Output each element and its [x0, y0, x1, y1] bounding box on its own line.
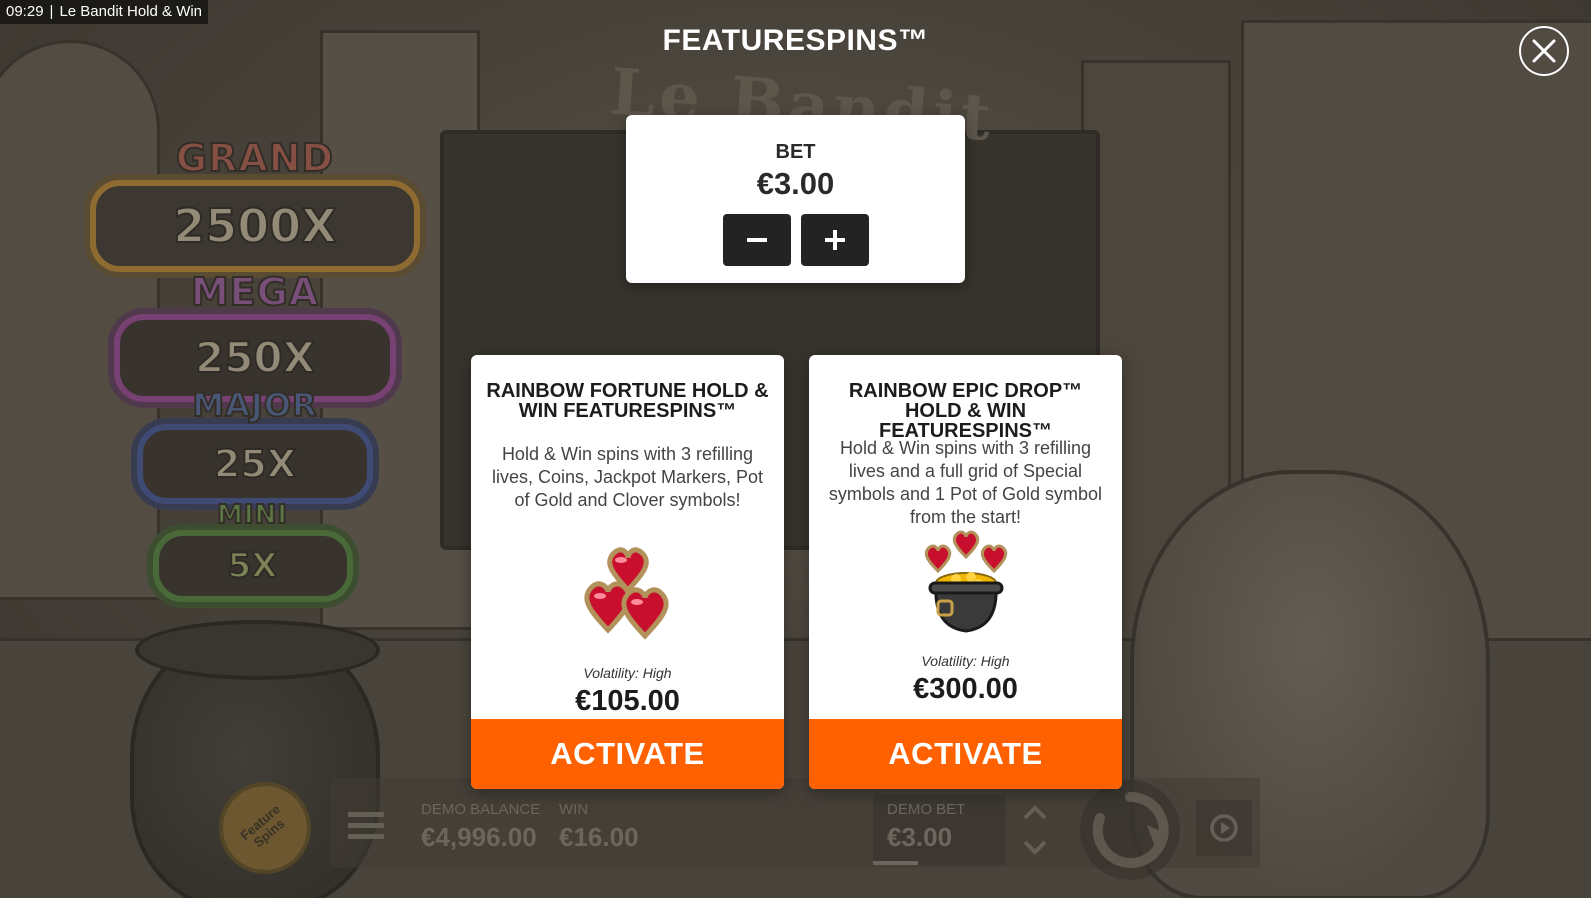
activate-button[interactable]: ACTIVATE — [471, 719, 784, 789]
status-separator: | — [49, 3, 54, 20]
bet-label: BET — [775, 141, 816, 163]
bet-panel: BET €3.00 — [626, 115, 965, 283]
card-title: RAINBOW FORTUNE HOLD & WIN FEATURESPINS™ — [486, 380, 769, 422]
card-description: Hold & Win spins with 3 refilling lives … — [828, 438, 1103, 527]
card-art — [809, 527, 1122, 637]
card-description: Hold & Win spins with 3 refilling lives,… — [491, 444, 764, 510]
modal-title: FEATURESPINS™ — [662, 24, 929, 57]
card-volatility: Volatility: High — [921, 653, 1010, 669]
bet-value: €3.00 — [756, 166, 835, 201]
clock-time: 09:29 — [6, 3, 44, 20]
status-bar: 09:29 | Le Bandit Hold & Win — [0, 0, 209, 24]
decrease-bet-button[interactable] — [722, 214, 791, 266]
bet-controls — [626, 214, 965, 266]
close-icon — [1532, 39, 1556, 63]
plus-icon — [824, 230, 845, 250]
increase-bet-button[interactable] — [800, 214, 869, 266]
card-title: RAINBOW EPIC DROP™ HOLD & WIN FEATURESPI… — [848, 380, 1083, 442]
close-button[interactable] — [1519, 26, 1569, 76]
activate-button[interactable]: ACTIVATE — [809, 719, 1122, 789]
window-title: Le Bandit Hold & Win — [59, 3, 203, 20]
card-price: €105.00 — [575, 685, 680, 717]
card-price: €300.00 — [913, 673, 1018, 705]
pot-of-gold-hearts-icon — [924, 530, 1007, 633]
feature-card-rainbow-fortune: RAINBOW FORTUNE HOLD & WIN FEATURESPINS™… — [471, 355, 784, 789]
feature-card-rainbow-epic-drop: RAINBOW EPIC DROP™ HOLD & WIN FEATURESPI… — [809, 355, 1122, 789]
card-art — [471, 539, 784, 649]
card-volatility: Volatility: High — [583, 665, 672, 681]
three-hearts-icon — [584, 547, 668, 640]
minus-icon — [746, 238, 767, 242]
